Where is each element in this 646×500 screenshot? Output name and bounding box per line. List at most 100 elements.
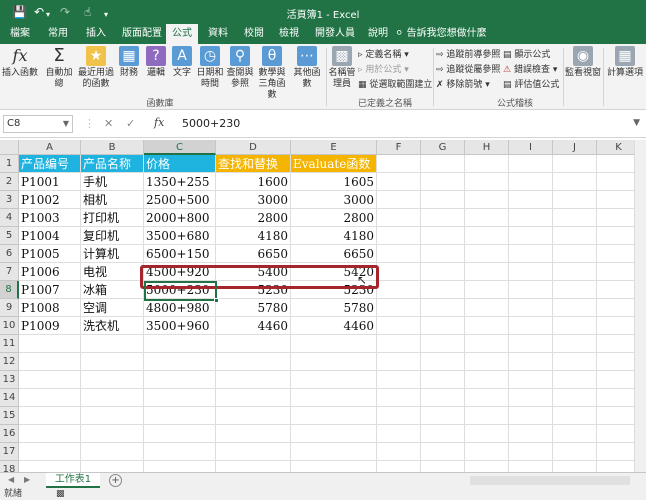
cell[interactable] <box>421 461 465 472</box>
tab-view[interactable]: 檢視 <box>273 24 305 44</box>
row-header-3[interactable]: 3 <box>0 191 19 209</box>
cell[interactable] <box>465 281 509 299</box>
cell[interactable] <box>291 425 377 443</box>
cell[interactable] <box>465 245 509 263</box>
logical-button[interactable]: ? 邏輯 <box>144 46 168 79</box>
table-cell[interactable]: 4460 <box>216 317 291 335</box>
cell[interactable] <box>19 353 81 371</box>
cell[interactable] <box>509 155 553 173</box>
next-sheet-icon[interactable]: ▶ <box>24 475 30 484</box>
row-header-6[interactable]: 6 <box>0 245 19 263</box>
cell[interactable] <box>81 443 144 461</box>
cell[interactable] <box>291 443 377 461</box>
table-cell[interactable]: 1605 <box>291 173 377 191</box>
cell[interactable] <box>377 461 421 472</box>
tab-page-layout[interactable]: 版面配置 <box>117 24 167 44</box>
table-cell[interactable]: 5780 <box>291 299 377 317</box>
cell[interactable] <box>421 263 465 281</box>
cell[interactable] <box>19 443 81 461</box>
sheet-tab[interactable]: 工作表1 <box>46 473 100 488</box>
cell[interactable] <box>216 461 291 472</box>
tab-insert[interactable]: 插入 <box>80 24 112 44</box>
cell[interactable] <box>377 263 421 281</box>
tab-file[interactable]: 檔案 <box>4 24 36 44</box>
cell[interactable] <box>216 353 291 371</box>
cell[interactable] <box>509 191 553 209</box>
cell[interactable] <box>81 407 144 425</box>
chevron-down-icon[interactable]: ▼ <box>63 116 69 132</box>
cell[interactable] <box>291 371 377 389</box>
cell[interactable] <box>377 389 421 407</box>
cell[interactable] <box>421 209 465 227</box>
cell[interactable] <box>465 371 509 389</box>
column-header-e[interactable]: E <box>291 140 377 155</box>
cell[interactable] <box>421 281 465 299</box>
cell[interactable] <box>465 407 509 425</box>
cell[interactable] <box>144 461 216 472</box>
cell[interactable] <box>377 173 421 191</box>
cell[interactable] <box>144 407 216 425</box>
cell[interactable] <box>465 317 509 335</box>
table-cell[interactable]: 复印机 <box>81 227 144 245</box>
column-header-j[interactable]: J <box>553 140 597 155</box>
cell[interactable] <box>216 335 291 353</box>
row-header-18[interactable]: 18 <box>0 461 19 472</box>
date-time-button[interactable]: ◷ 日期和時間 <box>196 46 224 90</box>
cell[interactable] <box>377 443 421 461</box>
table-cell[interactable]: P1002 <box>19 191 81 209</box>
column-header-c[interactable]: C <box>144 140 216 155</box>
cell[interactable] <box>81 425 144 443</box>
math-trig-button[interactable]: θ 數學與三角函數 <box>256 46 288 101</box>
table-cell[interactable]: 3000 <box>291 191 377 209</box>
table-header-cell[interactable]: 价格 <box>144 155 216 173</box>
row-header-1[interactable]: 1 <box>0 155 19 173</box>
row-header-13[interactable]: 13 <box>0 371 19 389</box>
table-cell[interactable]: P1006 <box>19 263 81 281</box>
table-cell[interactable]: 1350+255 <box>144 173 216 191</box>
cell[interactable] <box>553 407 597 425</box>
cell[interactable] <box>509 245 553 263</box>
table-cell[interactable]: 1600 <box>216 173 291 191</box>
cell[interactable] <box>291 353 377 371</box>
cell[interactable] <box>465 299 509 317</box>
cell[interactable] <box>377 299 421 317</box>
cell[interactable] <box>19 407 81 425</box>
vertical-scrollbar[interactable] <box>634 140 646 472</box>
text-button[interactable]: A 文字 <box>170 46 194 79</box>
cell[interactable] <box>465 227 509 245</box>
table-cell[interactable]: 手机 <box>81 173 144 191</box>
cell[interactable] <box>553 317 597 335</box>
column-header-b[interactable]: B <box>81 140 144 155</box>
cell[interactable] <box>81 335 144 353</box>
cell[interactable] <box>19 389 81 407</box>
tab-formulas[interactable]: 公式 <box>166 24 198 44</box>
cell[interactable] <box>553 155 597 173</box>
table-cell[interactable]: 4180 <box>216 227 291 245</box>
table-cell[interactable]: 4800+980 <box>144 299 216 317</box>
cell[interactable] <box>421 173 465 191</box>
table-cell[interactable]: 4460 <box>291 317 377 335</box>
cell[interactable] <box>216 407 291 425</box>
cell[interactable] <box>509 209 553 227</box>
row-header-15[interactable]: 15 <box>0 407 19 425</box>
cell[interactable] <box>465 443 509 461</box>
cell[interactable] <box>377 227 421 245</box>
cell[interactable] <box>553 299 597 317</box>
table-header-cell[interactable]: Evaluate函数 <box>291 155 377 173</box>
row-header-12[interactable]: 12 <box>0 353 19 371</box>
cell[interactable] <box>81 371 144 389</box>
name-manager-button[interactable]: ▩ 名稱管理員 <box>328 46 356 90</box>
table-cell[interactable]: 4180 <box>291 227 377 245</box>
cell[interactable] <box>553 353 597 371</box>
tell-me-search[interactable]: ⚪ 告訴我您想做什麼 <box>395 24 487 44</box>
cell[interactable] <box>509 443 553 461</box>
cell[interactable] <box>509 353 553 371</box>
macro-record-icon[interactable]: ▩ <box>56 488 65 500</box>
trace-dependents-button[interactable]: ⇨ 追蹤從屬參照 <box>436 65 500 76</box>
row-header-7[interactable]: 7 <box>0 263 19 281</box>
cell[interactable] <box>81 389 144 407</box>
cancel-x-icon[interactable]: ✕ <box>104 117 113 130</box>
table-cell[interactable]: P1003 <box>19 209 81 227</box>
cell[interactable] <box>553 371 597 389</box>
cell[interactable] <box>216 371 291 389</box>
